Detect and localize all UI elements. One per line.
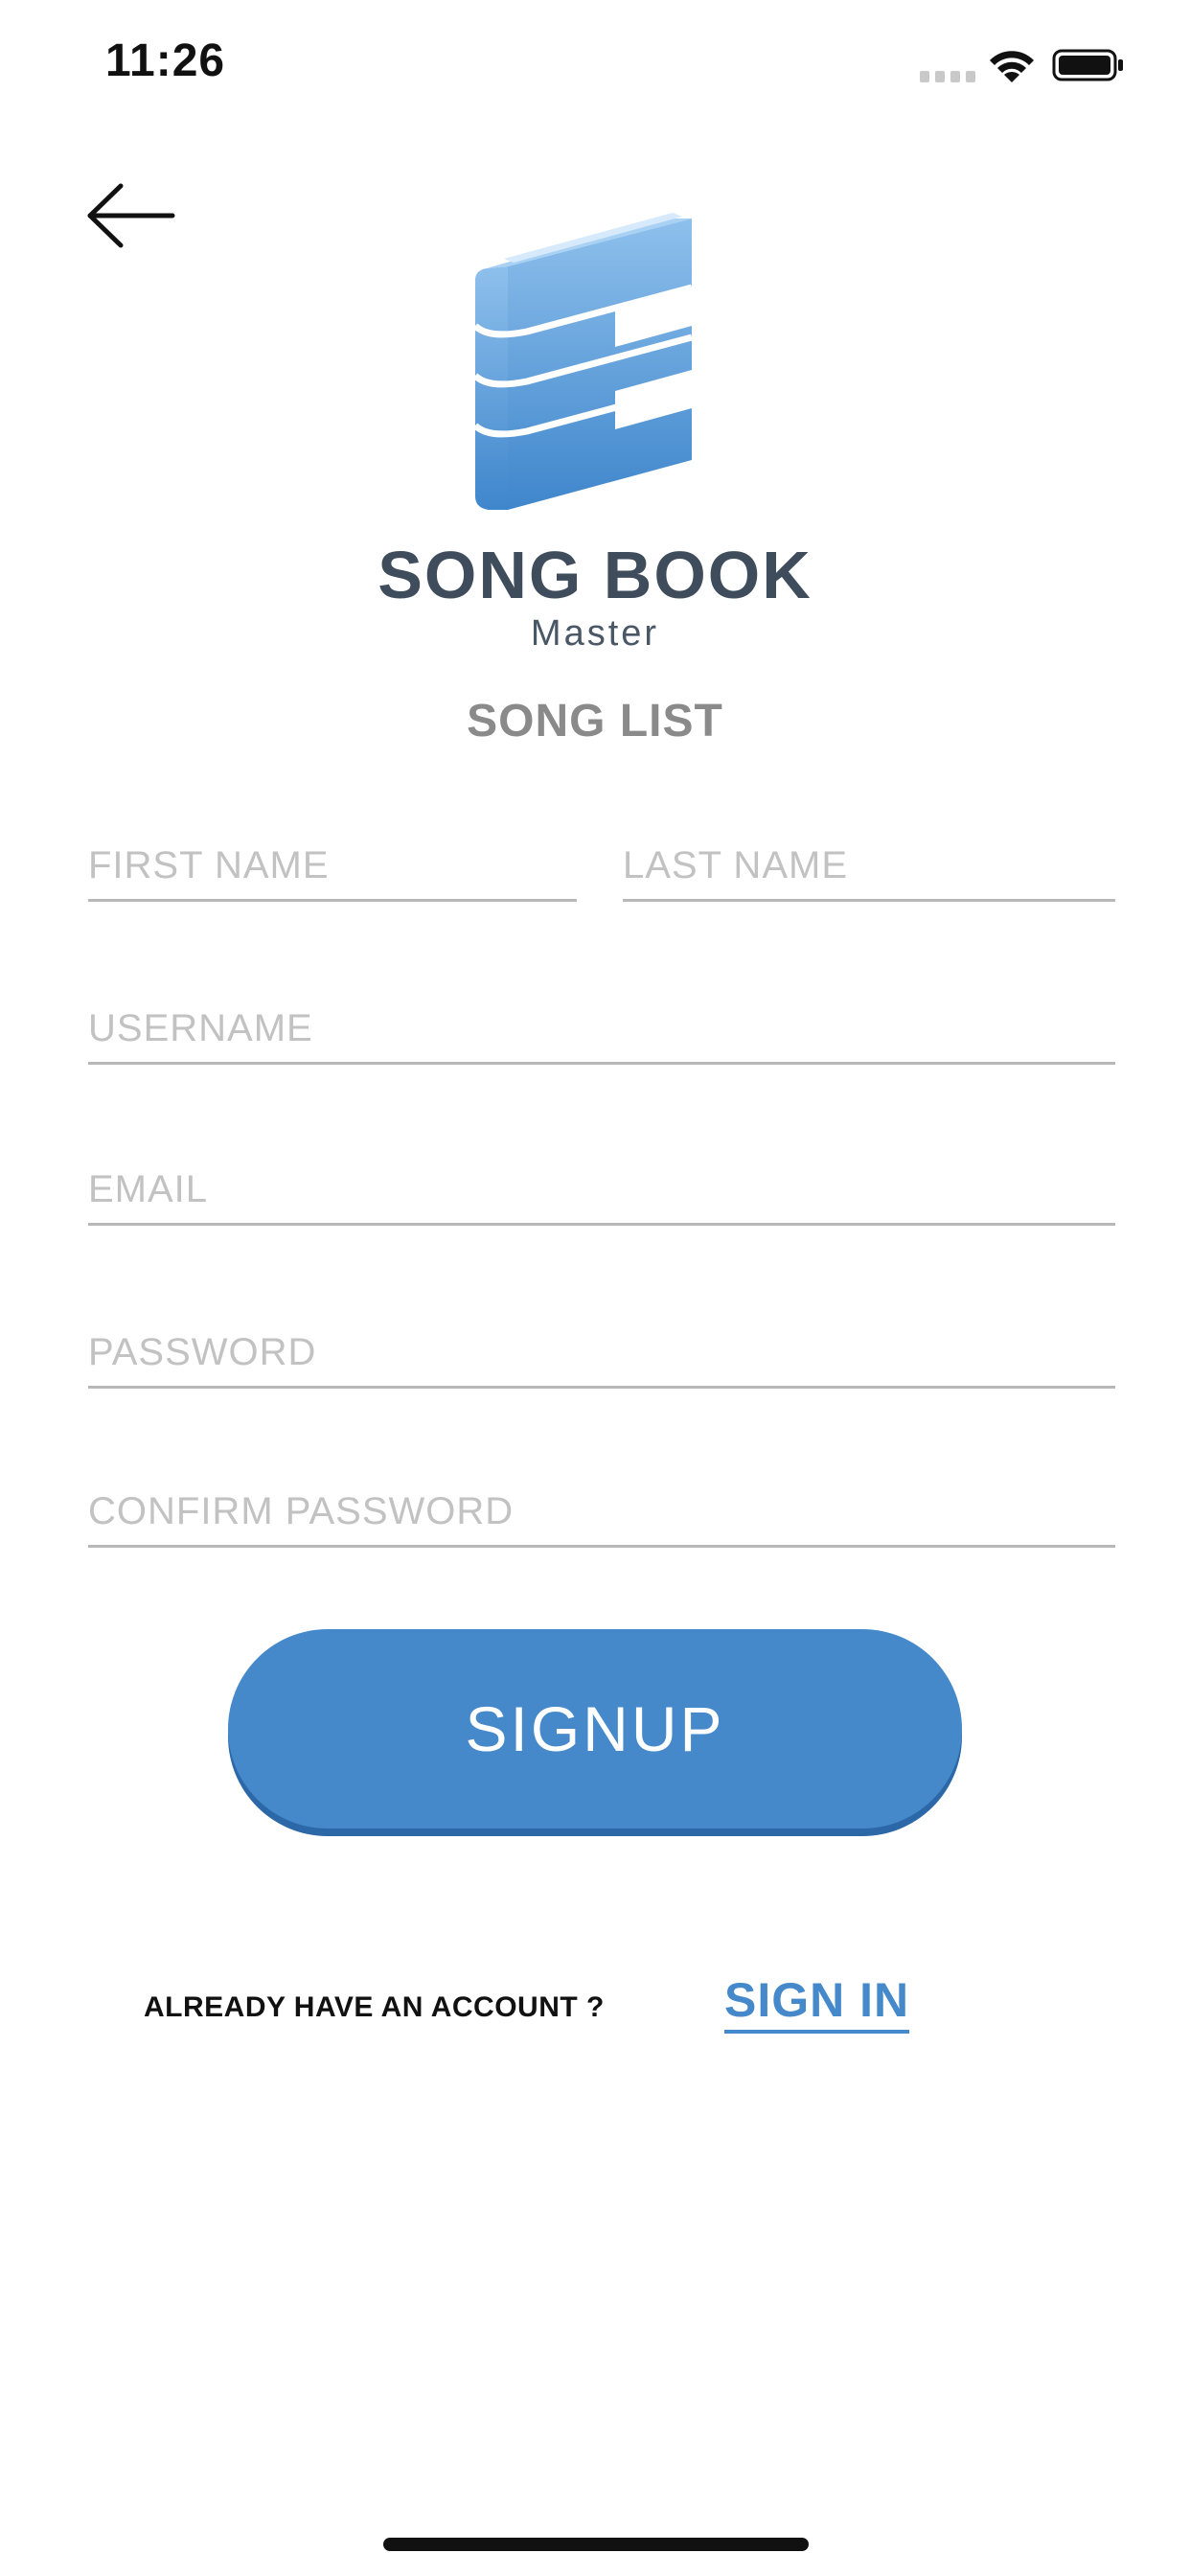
battery-icon [1052, 49, 1123, 81]
signup-button[interactable]: SIGNUP [228, 1629, 962, 1828]
status-bar: 11:26 [0, 0, 1190, 134]
back-arrow-icon[interactable] [84, 182, 176, 249]
email-input[interactable] [88, 1156, 1115, 1226]
sign-in-link[interactable]: SIGN IN [724, 1972, 910, 2034]
brand-title: SONG BOOK [378, 538, 812, 612]
username-input[interactable] [88, 995, 1115, 1065]
book-logo-icon [472, 213, 693, 510]
confirm-password-input[interactable] [88, 1478, 1115, 1548]
brand-subtitle: Master [530, 613, 660, 654]
status-time: 11:26 [105, 35, 226, 86]
wifi-icon [990, 51, 1034, 82]
account-prompt: ALREADY HAVE AN ACCOUNT ? [144, 1991, 605, 2023]
last-name-input[interactable] [623, 832, 1115, 902]
section-title: SONG LIST [467, 696, 723, 747]
first-name-input[interactable] [88, 832, 577, 902]
cellular-signal-icon [920, 71, 975, 82]
home-indicator [383, 2538, 809, 2551]
password-input[interactable] [88, 1319, 1115, 1389]
